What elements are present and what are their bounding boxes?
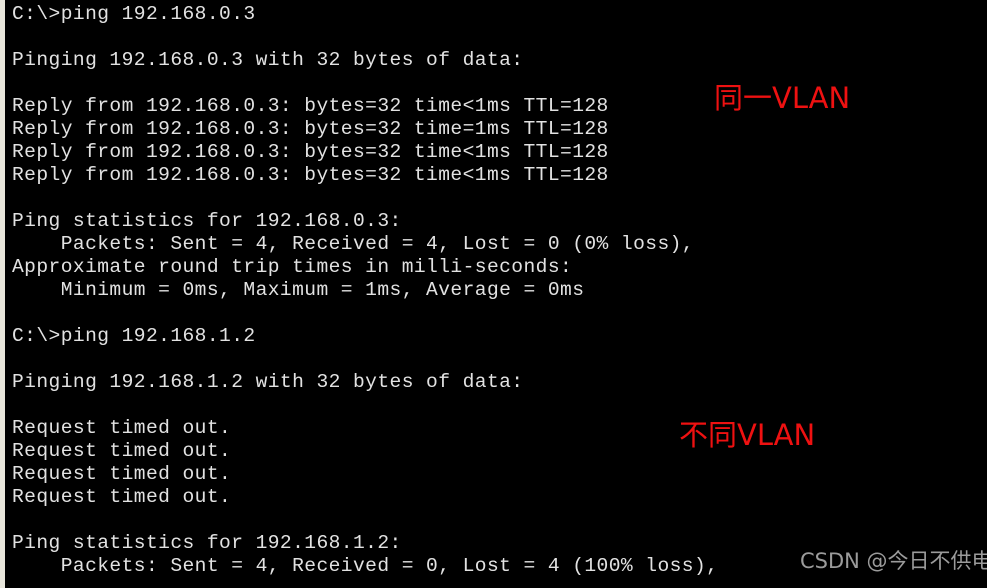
- console-line: Pinging 192.168.1.2 with 32 bytes of dat…: [12, 371, 524, 393]
- window-left-edge-strip: [0, 0, 5, 588]
- console-line: C:\>ping 192.168.0.3: [12, 3, 256, 25]
- console-line: Reply from 192.168.0.3: bytes=32 time<1m…: [12, 141, 609, 163]
- console-line: Request timed out.: [12, 486, 232, 508]
- console-line: Request timed out.: [12, 463, 232, 485]
- annotation-different-vlan: 不同VLAN: [679, 418, 816, 452]
- annotation-same-vlan: 同一VLAN: [714, 81, 851, 115]
- console-line: Packets: Sent = 4, Received = 4, Lost = …: [12, 233, 694, 255]
- console-line: Pinging 192.168.0.3 with 32 bytes of dat…: [12, 49, 524, 71]
- console-line: C:\>ping 192.168.1.2: [12, 325, 256, 347]
- console-line: Ping statistics for 192.168.0.3:: [12, 210, 402, 232]
- console-line: Minimum = 0ms, Maximum = 1ms, Average = …: [12, 279, 585, 301]
- console-line: Approximate round trip times in milli-se…: [12, 256, 573, 278]
- console-line: Request timed out.: [12, 417, 232, 439]
- console-line: Request timed out.: [12, 440, 232, 462]
- console-line: Reply from 192.168.0.3: bytes=32 time=1m…: [12, 118, 609, 140]
- command-prompt-window: C:\>ping 192.168.0.3 Pinging 192.168.0.3 …: [0, 0, 987, 588]
- csdn-watermark: CSDN @今日不供电: [800, 549, 987, 573]
- console-line: Reply from 192.168.0.3: bytes=32 time<1m…: [12, 164, 609, 186]
